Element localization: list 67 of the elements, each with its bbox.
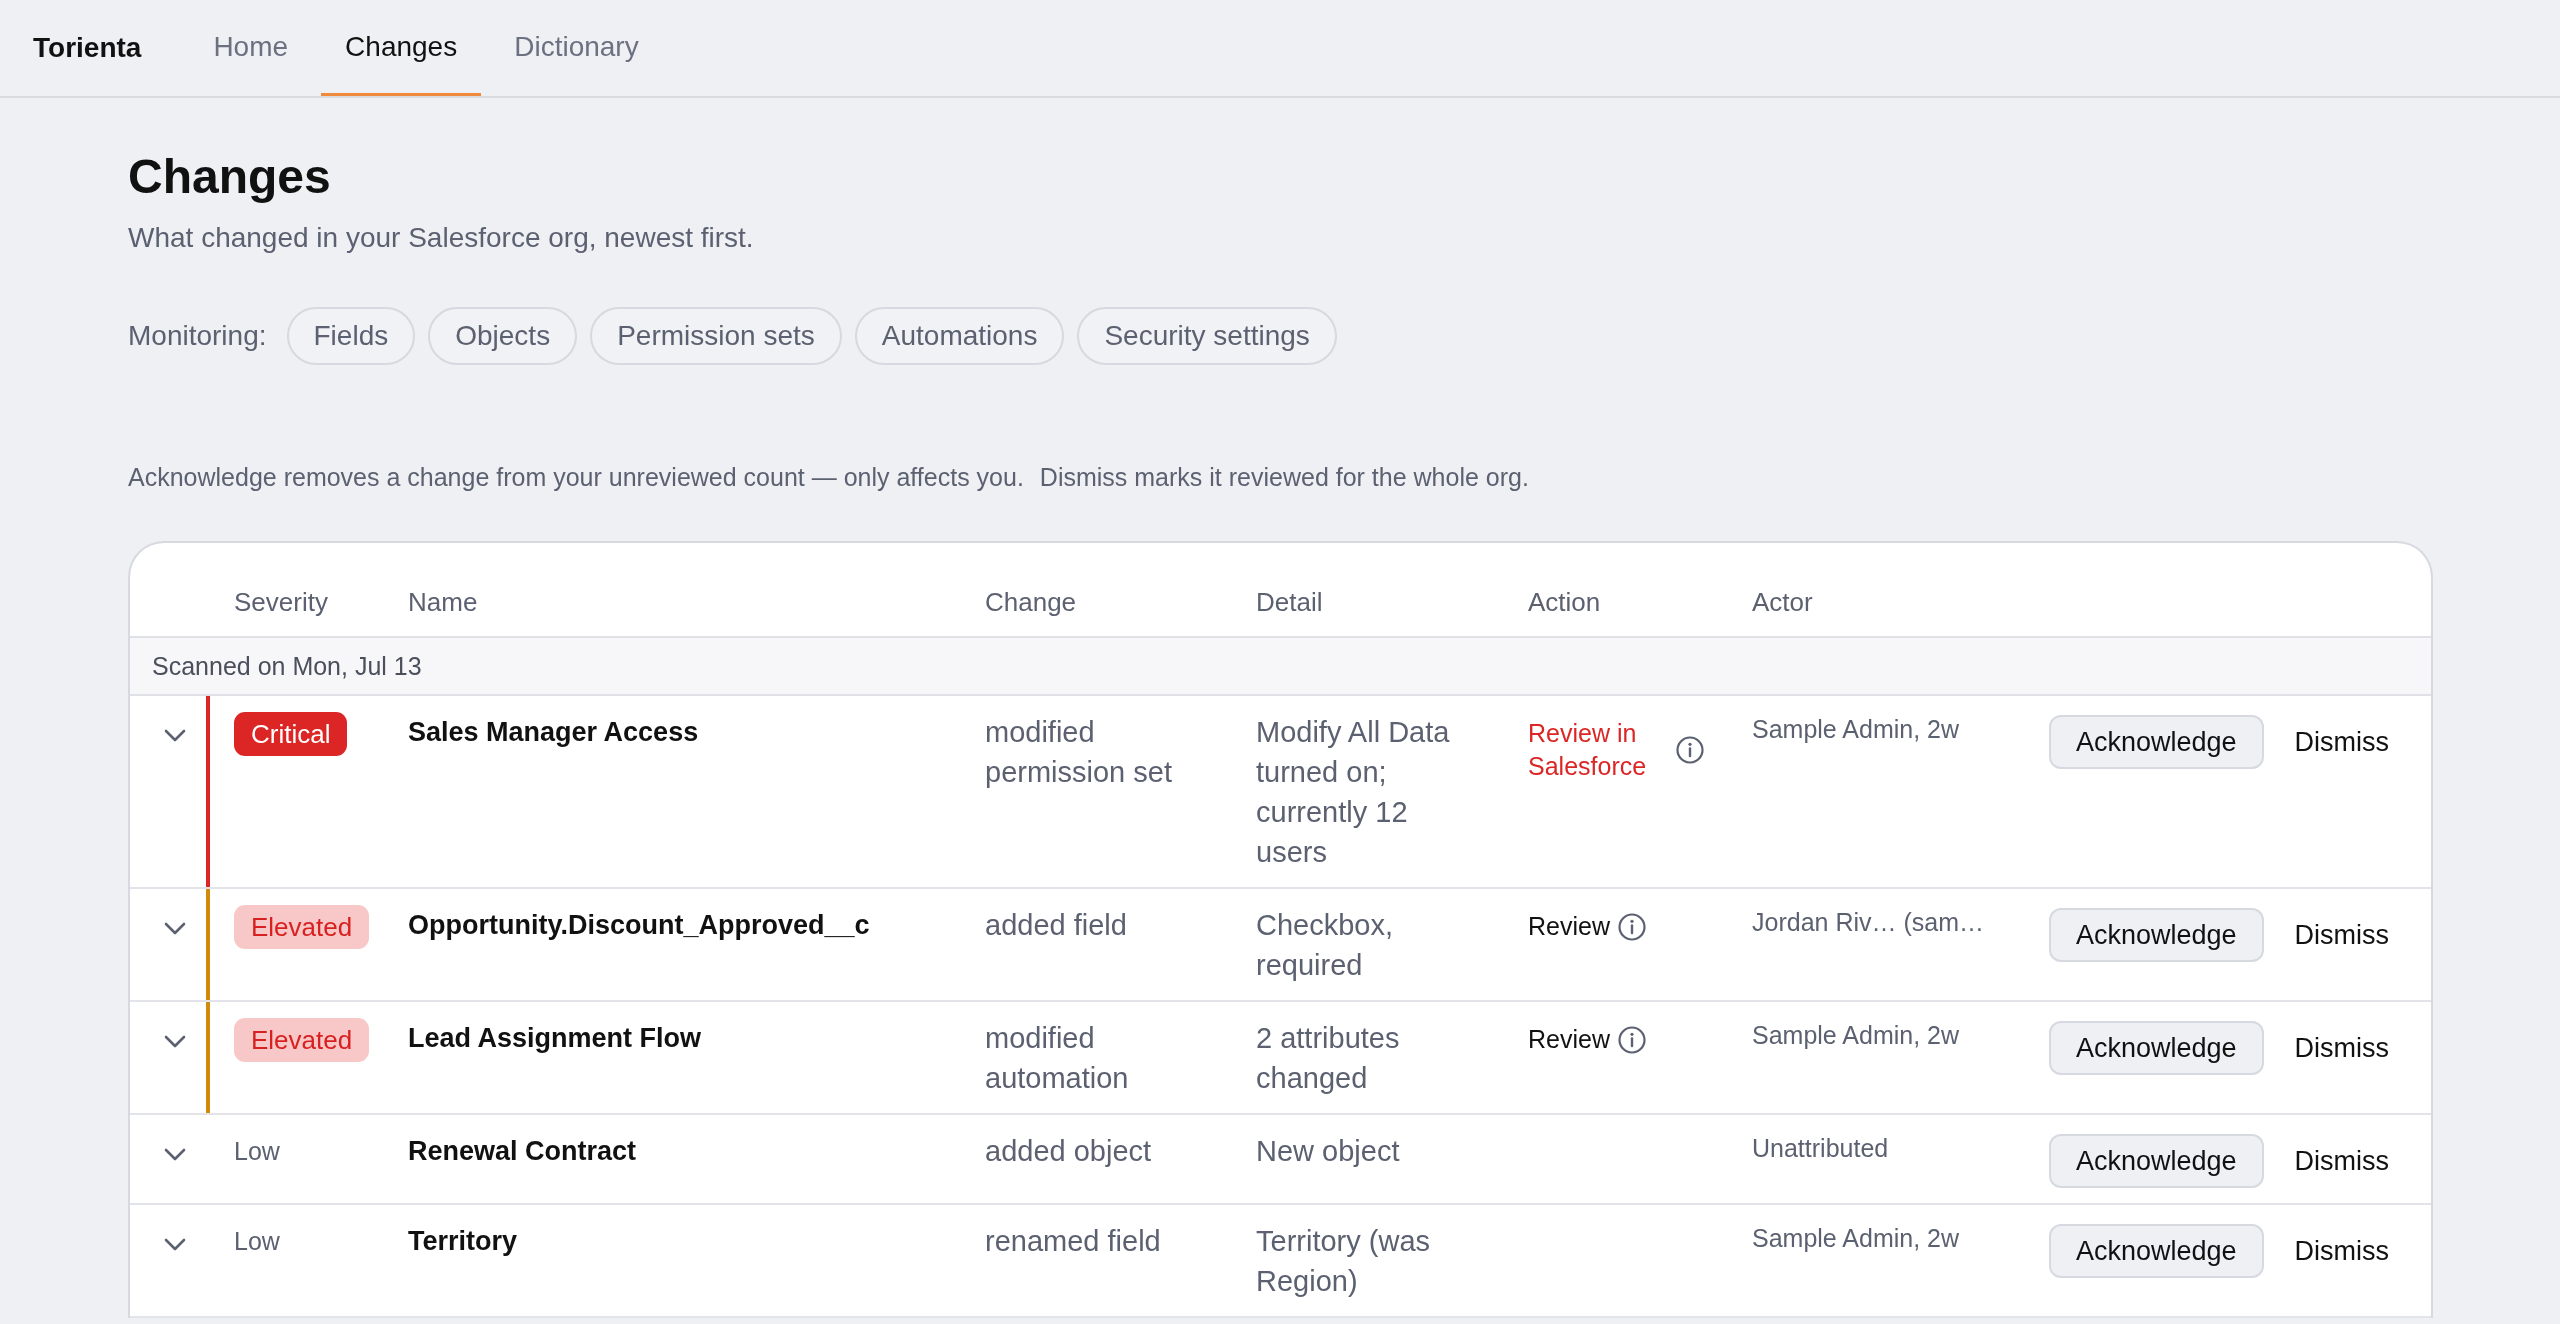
severity-label: Low bbox=[234, 1137, 280, 1165]
column-header: Name bbox=[408, 587, 478, 617]
change-type: modified permission set bbox=[985, 716, 1172, 788]
chevron-down-icon[interactable] bbox=[164, 1148, 186, 1161]
chevron-down-icon[interactable] bbox=[164, 1238, 186, 1251]
acknowledge-button[interactable]: Acknowledge bbox=[2049, 1224, 2264, 1278]
change-type: renamed field bbox=[985, 1225, 1161, 1257]
chevron-down-icon[interactable] bbox=[164, 1035, 186, 1048]
column-header: Detail bbox=[1256, 587, 1323, 617]
monitoring-tag: Objects bbox=[428, 307, 578, 365]
change-detail: 2 attributes changed bbox=[1256, 1022, 1400, 1094]
page-title: Changes bbox=[128, 149, 332, 205]
dismiss-button[interactable]: Dismiss bbox=[2280, 715, 2404, 769]
monitoring-tag: Permission sets bbox=[590, 307, 842, 365]
nav-tab[interactable]: Changes bbox=[321, 0, 482, 96]
page-subtitle: What changed in your Salesforce org, newest first. bbox=[128, 221, 755, 255]
change-detail: New object bbox=[1256, 1135, 1400, 1167]
monitoring-label: Monitoring: bbox=[128, 320, 267, 352]
acknowledge-button[interactable]: Acknowledge bbox=[2049, 715, 2264, 769]
review-link[interactable]: Review bbox=[1528, 1023, 1610, 1056]
nav-tab[interactable]: Home bbox=[189, 0, 313, 96]
dismiss-button[interactable]: Dismiss bbox=[2280, 1134, 2404, 1188]
column-header: Severity bbox=[234, 587, 328, 617]
actor-text: Sample Admin, 2w bbox=[1752, 715, 1960, 743]
monitoring-tag: Security settings bbox=[1077, 307, 1337, 365]
change-type: added object bbox=[985, 1135, 1152, 1167]
acknowledge-button[interactable]: Acknowledge bbox=[2049, 1134, 2264, 1188]
brand-name: Torienta bbox=[33, 32, 142, 64]
help-text: Acknowledge removes a change from your unreviewed count — only affects you. bbox=[128, 462, 1024, 493]
dismiss-button[interactable]: Dismiss bbox=[2280, 908, 2404, 962]
column-header: Actor bbox=[1752, 587, 1813, 617]
change-name: Renewal Contract bbox=[408, 1136, 637, 1166]
actor-text: Jordan Riv… (sam… bbox=[1752, 908, 1984, 936]
help-text: Dismiss marks it reviewed for the whole org. bbox=[1039, 462, 1529, 493]
nav-tab[interactable]: Dictionary bbox=[490, 0, 663, 96]
acknowledge-button[interactable]: Acknowledge bbox=[2049, 1021, 2264, 1075]
change-type: added field bbox=[985, 909, 1127, 941]
chevron-down-icon[interactable] bbox=[164, 729, 186, 742]
change-detail: Checkbox, required bbox=[1256, 909, 1393, 981]
chevron-down-icon[interactable] bbox=[164, 922, 186, 935]
change-type: modified automation bbox=[985, 1022, 1129, 1094]
review-link[interactable]: Review bbox=[1528, 910, 1610, 943]
severity-badge: Elevated bbox=[234, 905, 370, 949]
column-header: Action bbox=[1528, 587, 1601, 617]
severity-badge: Critical bbox=[234, 712, 348, 756]
severity-badge: Elevated bbox=[234, 1018, 370, 1062]
actor-text: Sample Admin, 2w bbox=[1752, 1021, 1960, 1049]
group-heading: Scanned on Mon, Jul 13 bbox=[152, 652, 422, 680]
info-icon[interactable] bbox=[1618, 912, 1646, 941]
change-name: Lead Assignment Flow bbox=[408, 1023, 702, 1053]
dismiss-button[interactable]: Dismiss bbox=[2280, 1224, 2404, 1278]
info-icon[interactable] bbox=[1676, 736, 1704, 764]
change-name: Opportunity.Discount_Approved__c bbox=[408, 910, 870, 940]
monitoring-tag: Automations bbox=[854, 307, 1065, 365]
monitoring-tag: Fields bbox=[286, 307, 416, 365]
review-link[interactable]: Review in Salesforce bbox=[1528, 717, 1668, 783]
actor-text: Unattributed bbox=[1752, 1134, 1889, 1162]
acknowledge-button[interactable]: Acknowledge bbox=[2049, 908, 2264, 962]
severity-label: Low bbox=[234, 1227, 280, 1255]
column-header: Change bbox=[985, 587, 1077, 617]
change-name: Sales Manager Access bbox=[408, 717, 699, 747]
change-name: Territory bbox=[408, 1226, 518, 1256]
actor-text: Sample Admin, 2w bbox=[1752, 1224, 1960, 1252]
info-icon[interactable] bbox=[1618, 1025, 1646, 1054]
change-detail: Territory (was Region) bbox=[1256, 1225, 1430, 1297]
change-detail: Modify All Data turned on; currently 12 users bbox=[1256, 716, 1450, 868]
dismiss-button[interactable]: Dismiss bbox=[2280, 1021, 2404, 1075]
